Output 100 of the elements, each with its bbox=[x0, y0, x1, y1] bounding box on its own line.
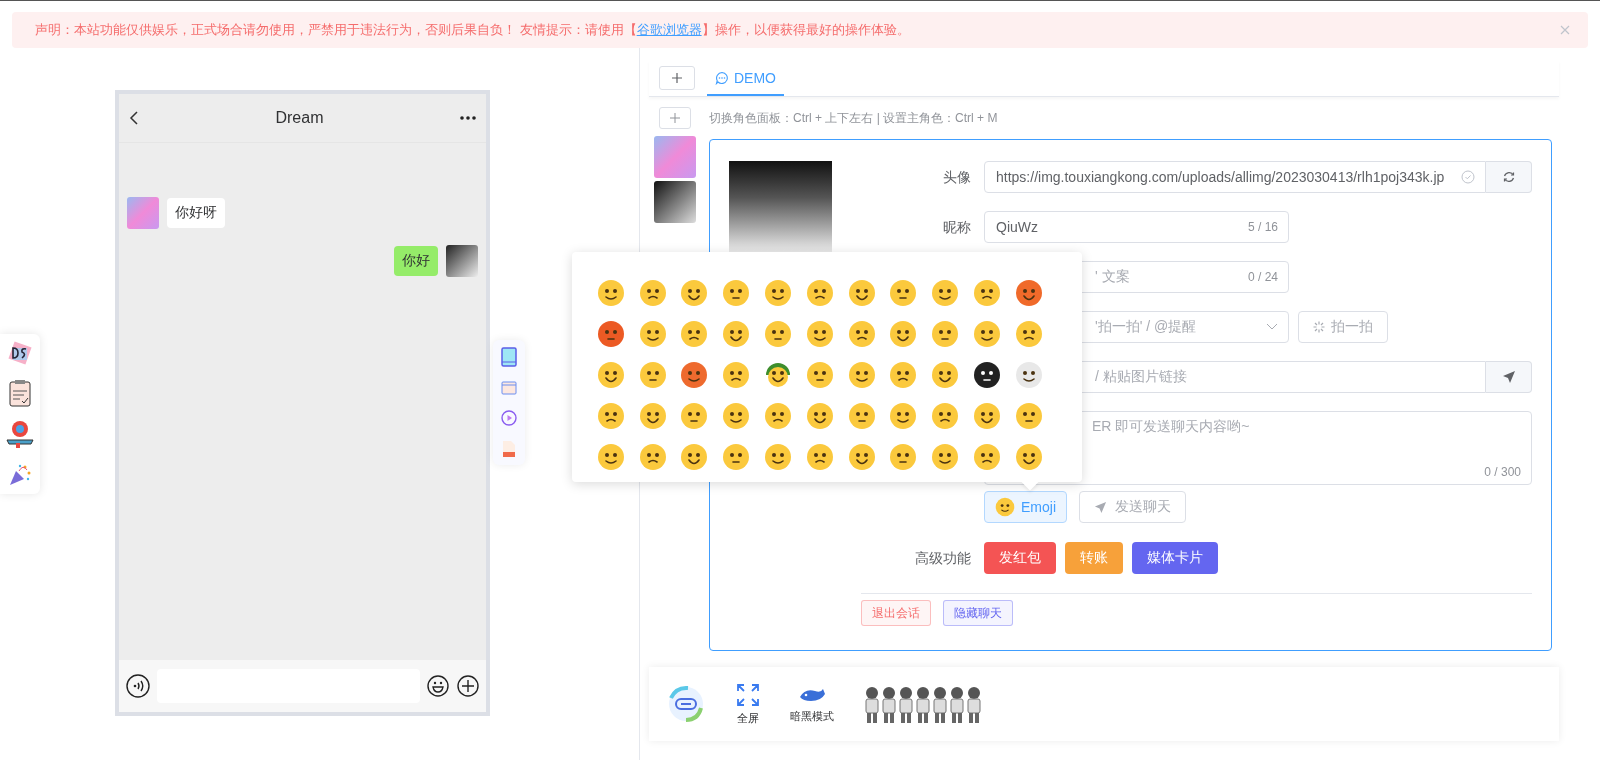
char-counter: 5 / 16 bbox=[1247, 220, 1278, 234]
chat-bubble-icon bbox=[715, 71, 729, 85]
emoji-icon[interactable] bbox=[931, 360, 960, 389]
text-field[interactable]: QiuWz 5 / 16 bbox=[984, 211, 1289, 243]
emoji-icon[interactable] bbox=[680, 278, 709, 307]
emoji-icon[interactable] bbox=[680, 360, 709, 389]
clipboard-icon[interactable] bbox=[8, 378, 32, 407]
field-label: 高级功能 bbox=[914, 549, 972, 568]
robot-logo-icon[interactable] bbox=[666, 684, 706, 724]
emoji-icon[interactable] bbox=[889, 278, 918, 307]
emoji-icon[interactable] bbox=[1014, 319, 1043, 348]
play-circle-icon[interactable] bbox=[501, 409, 517, 426]
check-circle-icon bbox=[1461, 170, 1475, 184]
browser-link[interactable]: 谷歌浏览器 bbox=[636, 22, 702, 37]
action-tag[interactable]: 隐藏聊天 bbox=[943, 600, 1013, 626]
bottom-bar-item[interactable]: 全屏 bbox=[736, 682, 760, 726]
emoji-icon[interactable] bbox=[764, 319, 793, 348]
emoji-icon[interactable] bbox=[638, 401, 667, 430]
shortcut-hint: 切换角色面板：Ctrl + 上下左右 | 设置主角色：Ctrl + M bbox=[709, 109, 998, 127]
emoji-icon[interactable] bbox=[805, 278, 834, 307]
char-counter: 0 / 300 bbox=[1484, 465, 1521, 479]
feature-button[interactable]: 发红包 bbox=[984, 542, 1056, 574]
emoji-icon[interactable] bbox=[973, 401, 1002, 430]
add-tab-button[interactable] bbox=[659, 66, 695, 90]
emoji-icon[interactable] bbox=[931, 278, 960, 307]
avatar-url-field[interactable]: https://img.touxiangkong.com/uploads/allimg/2023030413/rlh1poj343k.jp bbox=[984, 161, 1486, 193]
more-icon[interactable] bbox=[460, 116, 476, 120]
emoji-icon[interactable] bbox=[596, 278, 625, 307]
emoji-icon[interactable] bbox=[847, 442, 876, 471]
emoji-icon[interactable] bbox=[889, 401, 918, 430]
emoji-icon[interactable] bbox=[931, 442, 960, 471]
voice-icon[interactable] bbox=[125, 673, 151, 699]
emoji-icon[interactable] bbox=[764, 360, 793, 389]
webcam-book-icon[interactable] bbox=[5, 419, 35, 450]
emoji-icon[interactable] bbox=[889, 319, 918, 348]
plus-circle-icon[interactable] bbox=[456, 674, 480, 698]
emoji-icon[interactable] bbox=[722, 401, 751, 430]
emoji-icon[interactable] bbox=[1014, 401, 1043, 430]
send-chat-button[interactable]: 发送聊天 bbox=[1079, 491, 1186, 523]
role-avatar[interactable] bbox=[654, 181, 696, 223]
avatar bbox=[446, 245, 478, 277]
emoji-icon[interactable] bbox=[805, 360, 834, 389]
emoji-icon[interactable] bbox=[1014, 360, 1043, 389]
emoji-icon[interactable] bbox=[638, 360, 667, 389]
emoji-icon[interactable] bbox=[638, 319, 667, 348]
emoji-icon[interactable] bbox=[805, 442, 834, 471]
avatar bbox=[127, 197, 159, 229]
bottom-bar-item[interactable]: 暗黑模式 bbox=[790, 684, 834, 724]
emoji-icon[interactable] bbox=[638, 442, 667, 471]
chevron-down-icon bbox=[1266, 323, 1278, 331]
emoji-icon[interactable] bbox=[973, 319, 1002, 348]
emoji-icon[interactable] bbox=[680, 442, 709, 471]
emoji-icon[interactable] bbox=[596, 442, 625, 471]
emoji-icon[interactable] bbox=[596, 360, 625, 389]
emoji-icon[interactable] bbox=[722, 360, 751, 389]
emoji-icon[interactable] bbox=[931, 401, 960, 430]
emoji-icon[interactable] bbox=[764, 401, 793, 430]
emoji-icon[interactable] bbox=[596, 319, 625, 348]
emoji-icon[interactable] bbox=[847, 319, 876, 348]
emoji-icon[interactable] bbox=[889, 360, 918, 389]
field-label: 头像 bbox=[942, 168, 972, 187]
fullscreen-icon bbox=[736, 682, 760, 707]
emoji-icon[interactable] bbox=[722, 278, 751, 307]
pat-button[interactable]: 拍一拍 bbox=[1298, 311, 1388, 343]
plus-icon bbox=[669, 112, 681, 124]
emoji-icon[interactable] bbox=[931, 319, 960, 348]
action-tag[interactable]: 退出会话 bbox=[861, 600, 931, 626]
send-button[interactable] bbox=[1486, 361, 1532, 393]
emoji-icon[interactable] bbox=[680, 401, 709, 430]
emoji-icon[interactable] bbox=[973, 442, 1002, 471]
emoji-icon[interactable] bbox=[973, 360, 1002, 389]
feature-button[interactable]: 转账 bbox=[1065, 542, 1123, 574]
emoji-icon[interactable] bbox=[722, 319, 751, 348]
emoji-icon[interactable] bbox=[722, 442, 751, 471]
emoji-icon[interactable] bbox=[889, 442, 918, 471]
emoji-icon[interactable] bbox=[764, 278, 793, 307]
smiley-icon[interactable] bbox=[426, 674, 450, 698]
refresh-icon bbox=[1501, 170, 1516, 184]
feature-button[interactable]: 媒体卡片 bbox=[1132, 542, 1218, 574]
tablet-icon[interactable] bbox=[501, 347, 517, 368]
emoji-icon[interactable] bbox=[764, 442, 793, 471]
emoji-icon[interactable] bbox=[1014, 442, 1043, 471]
notice-text: 声明：本站功能仅供娱乐，正式场合请勿使用，严禁用于违法行为，否则后果自负！ 友情提示：请使用【谷歌浏览器】操作，以便获得最好的操作体验。 bbox=[35, 21, 911, 39]
emoji-icon[interactable] bbox=[1014, 278, 1043, 307]
message-bubble: 你好呀 bbox=[167, 198, 225, 228]
emoji-icon[interactable] bbox=[847, 360, 876, 389]
emoji-icon[interactable] bbox=[680, 319, 709, 348]
emoji-icon[interactable] bbox=[847, 278, 876, 307]
back-icon[interactable] bbox=[129, 110, 139, 126]
plus-icon bbox=[671, 72, 683, 84]
chat-tab[interactable]: DEMO bbox=[707, 70, 784, 96]
emoji-icon[interactable] bbox=[805, 319, 834, 348]
file-icon[interactable] bbox=[502, 439, 516, 458]
emoji-icon[interactable] bbox=[596, 401, 625, 430]
emoji-icon[interactable] bbox=[805, 401, 834, 430]
emoji-icon[interactable] bbox=[973, 278, 1002, 307]
emoji-icon[interactable] bbox=[847, 401, 876, 430]
emoji-icon[interactable] bbox=[638, 278, 667, 307]
send-icon bbox=[1094, 500, 1107, 514]
emoji-button[interactable]: Emoji bbox=[984, 491, 1067, 523]
